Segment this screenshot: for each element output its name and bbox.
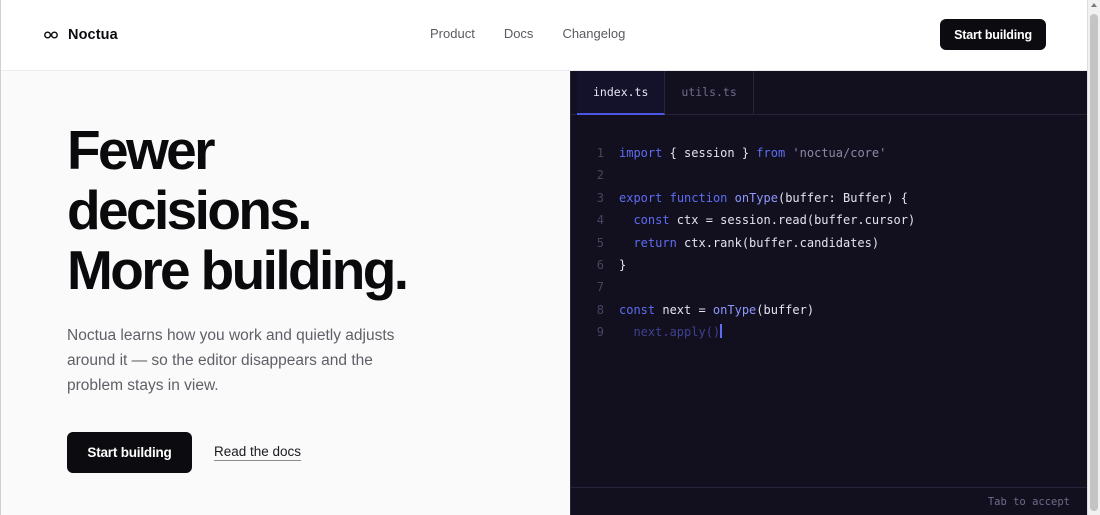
line-content: next.apply() [619, 321, 723, 343]
code-token: 'noctua/core' [792, 146, 887, 160]
site-header: Noctua Product Docs Changelog Start buil… [1, 0, 1087, 71]
line-content: return ctx.rank(buffer.candidates) [619, 232, 879, 254]
line-number: 6 [596, 257, 604, 272]
code-line: 4 const ctx = session.read(buffer.cursor… [571, 209, 1087, 231]
ghost-suggestion: next.apply() [619, 325, 721, 340]
editor-tab-index[interactable]: index.ts [577, 71, 666, 115]
code-token: ctx.rank(buffer.candidates) [676, 235, 880, 250]
nav-link-product[interactable]: Product [430, 26, 475, 41]
code-token: ctx = session.read(buffer.cursor) [669, 213, 916, 228]
editor-tab-utils[interactable]: utils.ts [665, 71, 754, 115]
line-number: 7 [596, 280, 604, 295]
line-content: export function onType(buffer: Buffer) { [619, 187, 908, 209]
line-number: 2 [596, 168, 604, 183]
editor-status-bar: Tab to accept [571, 487, 1087, 515]
code-token: onType [734, 190, 778, 205]
owl-eyes-icon [44, 31, 58, 39]
line-number: 3 [596, 190, 604, 205]
line-content: import { session } from 'noctua/core' [619, 142, 886, 164]
code-token: } [619, 257, 627, 272]
line-number: 1 [596, 146, 604, 160]
scroll-up-arrow-icon[interactable] [1091, 3, 1097, 7]
code-token: import [619, 146, 663, 160]
line-number: 9 [596, 325, 604, 340]
code-token: return [633, 235, 677, 250]
line-content: const next = onType(buffer) [619, 299, 814, 321]
code-area[interactable]: 1 import { session } from 'noctua/core' 2 3… [571, 142, 1087, 344]
editor-tabs: index.ts utils.ts [571, 71, 1087, 115]
line-number: 8 [596, 302, 604, 317]
page-viewport: Noctua Product Docs Changelog Start buil… [0, 0, 1087, 515]
code-line: 6} [571, 254, 1087, 276]
code-token: function [669, 190, 728, 205]
hero-title-line-1: Fewer [67, 119, 216, 181]
hero-title: Fewer decisions. More building. [67, 120, 547, 300]
hero-title-line-2: decisions. [67, 179, 313, 241]
line-content: const ctx = session.read(buffer.cursor) [619, 209, 915, 231]
code-token: { session } [662, 146, 757, 160]
code-line: 8 const next = onType(buffer) [571, 299, 1087, 321]
code-line: 3 export function onType(buffer: Buffer) … [571, 187, 1087, 209]
hero-title-line-3: More building. [67, 239, 409, 301]
code-token: (buffer) [756, 302, 815, 317]
text-caret [720, 324, 723, 339]
brand-name: Noctua [68, 27, 118, 43]
scrollbar-thumb[interactable] [1090, 14, 1098, 511]
nav-link-docs[interactable]: Docs [504, 26, 534, 41]
code-token: export [619, 190, 663, 205]
hero-description: Noctua learns how you work and quietly a… [67, 327, 395, 394]
line-number: 5 [596, 235, 604, 250]
line-number: 4 [596, 213, 604, 228]
code-token: (buffer: Buffer) { [777, 190, 909, 205]
code-token: from [756, 146, 786, 160]
code-token: onType [712, 302, 757, 317]
code-token: next = [655, 302, 713, 317]
code-line: 1 import { session } from 'noctua/core' [571, 142, 1087, 164]
code-token: const [619, 302, 656, 317]
code-editor-preview: index.ts utils.ts 1 import { session } fro… [570, 71, 1087, 515]
hero-start-building-button[interactable]: Start building [67, 432, 192, 473]
main-nav: Product Docs Changelog [430, 26, 625, 41]
tab-to-accept-hint: Tab to accept [987, 496, 1070, 508]
code-line: 9 next.apply() [571, 321, 1087, 343]
read-docs-link[interactable]: Read the docs [214, 444, 302, 461]
nav-link-changelog[interactable]: Changelog [562, 26, 625, 41]
code-token: const [633, 213, 670, 228]
code-line: 2 [571, 164, 1087, 186]
line-content: } [619, 254, 626, 276]
code-line: 5 return ctx.rank(buffer.candidates) [571, 232, 1087, 254]
header-start-building-button[interactable]: Start building [940, 19, 1046, 50]
page-scrollbar[interactable] [1087, 0, 1100, 515]
brand-logo-link[interactable]: Noctua [44, 25, 118, 45]
code-line: 7 [571, 276, 1087, 298]
